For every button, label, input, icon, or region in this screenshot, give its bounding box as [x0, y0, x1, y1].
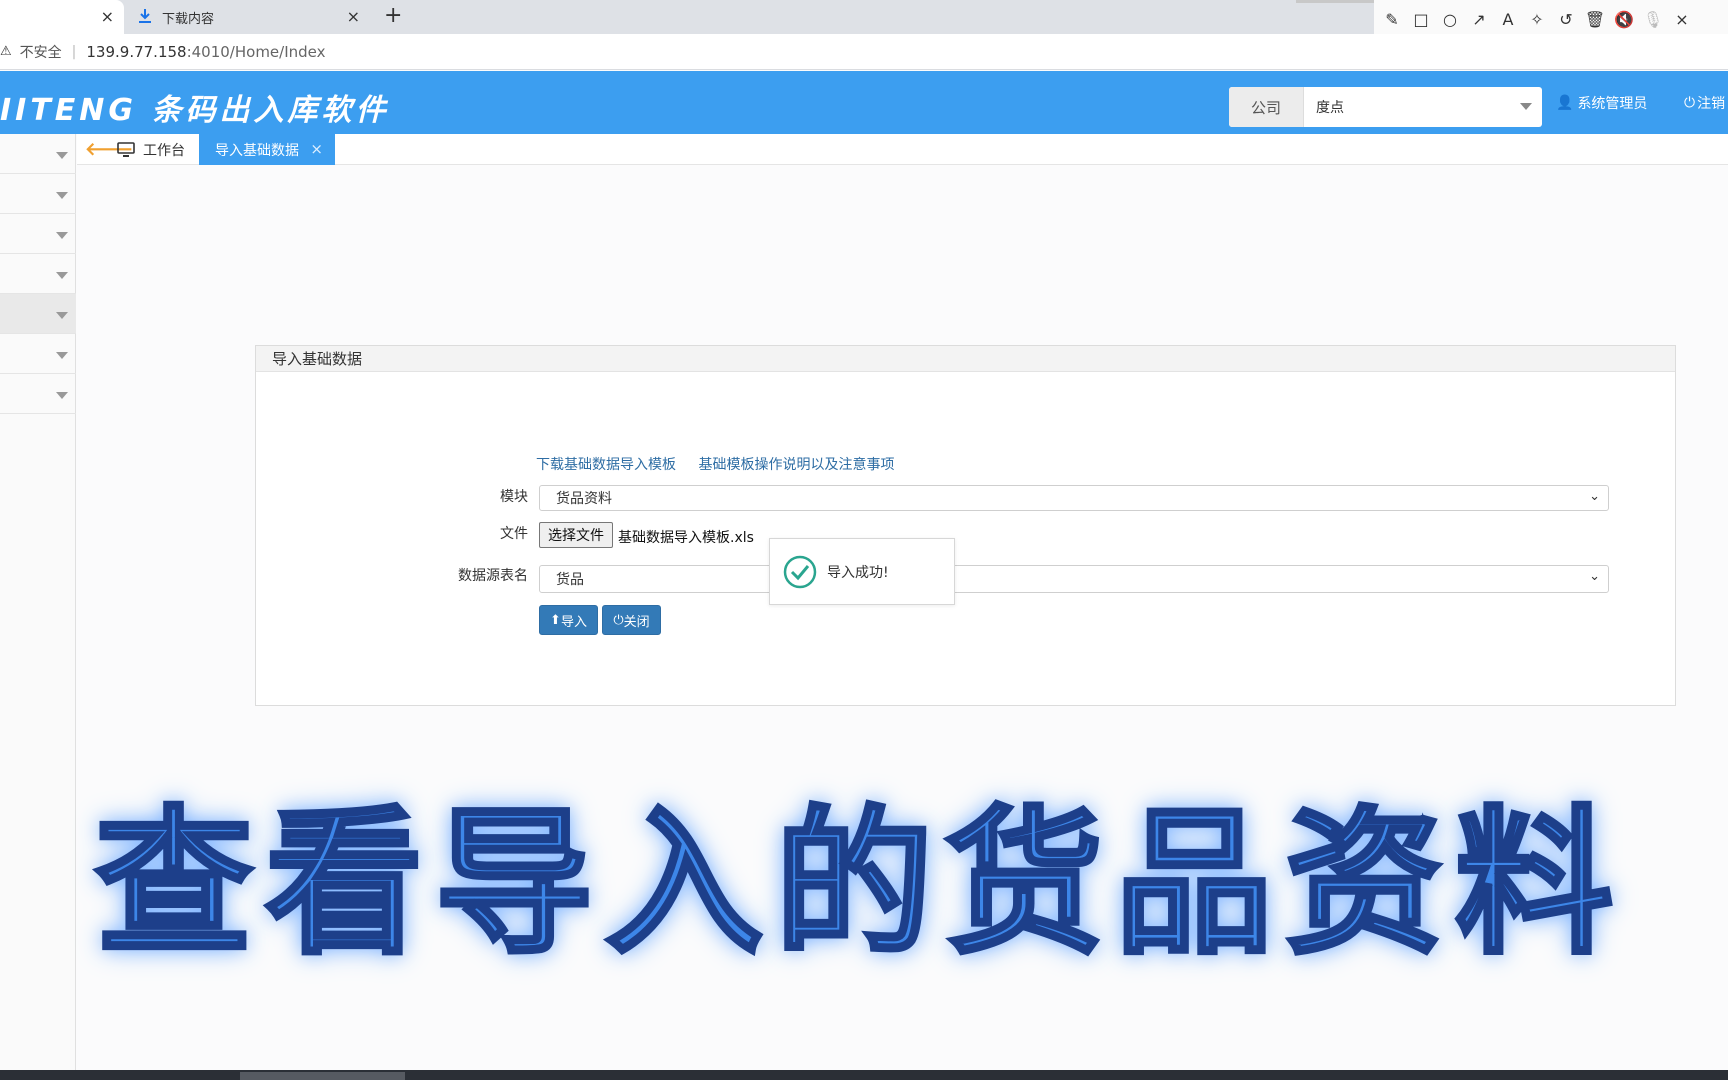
mic-muted-icon[interactable]: 🎙 [1642, 10, 1664, 29]
source-table-select[interactable]: 货品 ⌄ [539, 565, 1609, 593]
success-toast: 导入成功! [769, 538, 955, 605]
company-value: 度点 [1316, 100, 1344, 116]
text-icon[interactable]: A [1497, 10, 1519, 29]
user-icon: 👤 [1556, 95, 1574, 111]
sidebar-item[interactable] [0, 254, 76, 294]
logout-label: 注销 [1697, 96, 1726, 112]
video-caption: 查看导入的货品资料 [93, 790, 1625, 978]
download-icon [139, 9, 151, 23]
arrow-icon[interactable]: ↗ [1468, 10, 1490, 29]
close-button-label: 关闭 [623, 614, 650, 630]
user-name: 系统管理员 [1577, 96, 1648, 112]
browser-tab-active[interactable]: × [0, 0, 124, 34]
brand-title: IITENG 条码出入库软件 [0, 93, 390, 128]
close-icon[interactable]: × [1671, 10, 1693, 29]
chevron-down-icon: ⌄ [1589, 569, 1600, 584]
logout-button[interactable]: ⏻ 注销 [1684, 93, 1725, 113]
insecure-label[interactable]: 不安全 [20, 42, 62, 62]
close-tab-icon[interactable]: × [347, 7, 360, 26]
pencil-icon[interactable]: ✎ [1381, 10, 1403, 29]
toast-message: 导入成功! [827, 564, 889, 581]
sidebar-item[interactable] [0, 374, 76, 414]
url-path: :4010/Home/Index [186, 42, 326, 61]
app-header: IITENG 条码出入库软件 公司 度点 👤 系统管理员 ⏻ 注销 [0, 71, 1728, 134]
upload-user-icon: ⬆ [550, 612, 561, 628]
chevron-down-icon [56, 232, 68, 239]
new-tab-button[interactable]: + [384, 3, 402, 28]
circle-icon[interactable]: ○ [1439, 10, 1461, 29]
page-tabs: 🡐 工作台 导入基础数据 × [77, 134, 1728, 165]
chevron-down-icon: ⌄ [1589, 489, 1600, 504]
instructions-link[interactable]: 基础模板操作说明以及注意事项 [698, 457, 894, 473]
url-host: 139.9.77.158 [86, 42, 187, 61]
user-menu[interactable]: 👤 系统管理员 [1556, 93, 1647, 113]
close-icon[interactable]: × [310, 140, 323, 158]
tab-title: 下载内容 [162, 11, 215, 27]
sidebar-item[interactable] [0, 334, 76, 374]
chevron-down-icon [56, 192, 68, 199]
address-divider: | [71, 43, 77, 60]
import-button-label: 导入 [560, 614, 587, 630]
rectangle-icon[interactable]: □ [1410, 10, 1432, 29]
chevron-down-icon [56, 272, 68, 279]
check-circle-icon [783, 555, 817, 588]
source-table-label: 数据源表名 [458, 568, 528, 584]
sidebar-item[interactable] [0, 174, 76, 214]
magic-wand-icon[interactable]: ✧ [1526, 10, 1548, 29]
company-selector[interactable]: 公司 度点 [1229, 87, 1542, 127]
tab-import-label: 导入基础数据 [215, 142, 299, 159]
company-label: 公司 [1229, 87, 1304, 127]
tab-import-basic-data[interactable]: 导入基础数据 × [199, 134, 335, 165]
import-button[interactable]: ⬆ 导入 [539, 605, 598, 635]
close-button[interactable]: ⏻ 关闭 [602, 605, 661, 635]
undo-icon[interactable]: ↺ [1555, 10, 1577, 29]
chevron-down-icon [56, 312, 68, 319]
module-label: 模块 [500, 489, 528, 505]
chevron-down-icon [56, 352, 68, 359]
browser-tab-downloads[interactable]: 下载内容 × [128, 0, 370, 34]
sidebar-item-selected[interactable] [0, 294, 76, 334]
tab-workbench[interactable]: 工作台 [117, 134, 185, 165]
trash-icon[interactable]: 🗑 [1584, 10, 1606, 29]
file-label: 文件 [500, 526, 528, 542]
sidebar-item[interactable] [0, 214, 76, 254]
chevron-down-icon [1520, 103, 1532, 110]
template-links: 下载基础数据导入模板 基础模板操作说明以及注意事项 [536, 454, 912, 474]
download-template-link[interactable]: 下载基础数据导入模板 [536, 457, 676, 473]
taskbar-segment [240, 1072, 405, 1080]
monitor-icon [117, 141, 135, 157]
address-bar[interactable]: ⚠ 不安全 | 139.9.77.158:4010/Home/Index [0, 34, 1728, 70]
window-drag-handle [1296, 0, 1376, 3]
power-icon: ⏻ [1684, 95, 1696, 111]
warning-icon: ⚠ [0, 44, 12, 59]
speaker-muted-icon[interactable]: 🔇 [1613, 10, 1635, 29]
tab-workbench-label: 工作台 [143, 142, 185, 159]
import-panel: 导入基础数据 下载基础数据导入模板 基础模板操作说明以及注意事项 模块 货品资料… [255, 345, 1676, 706]
source-table-value: 货品 [556, 572, 584, 588]
sidebar-item[interactable] [0, 134, 76, 174]
module-select[interactable]: 货品资料 ⌄ [539, 485, 1609, 511]
taskbar [0, 1070, 1728, 1080]
sidebar [0, 134, 76, 1070]
chevron-down-icon [56, 392, 68, 399]
company-select[interactable]: 度点 [1304, 87, 1542, 127]
close-tab-icon[interactable]: × [101, 7, 114, 26]
choose-file-button[interactable]: 选择文件 [539, 522, 613, 548]
power-icon: ⏻ [613, 612, 624, 628]
chevron-down-icon [56, 152, 68, 159]
panel-title: 导入基础数据 [256, 346, 1675, 372]
file-name: 基础数据导入模板.xls [618, 530, 754, 546]
module-value: 货品资料 [556, 491, 612, 507]
url-text[interactable]: 139.9.77.158:4010/Home/Index [86, 43, 325, 61]
